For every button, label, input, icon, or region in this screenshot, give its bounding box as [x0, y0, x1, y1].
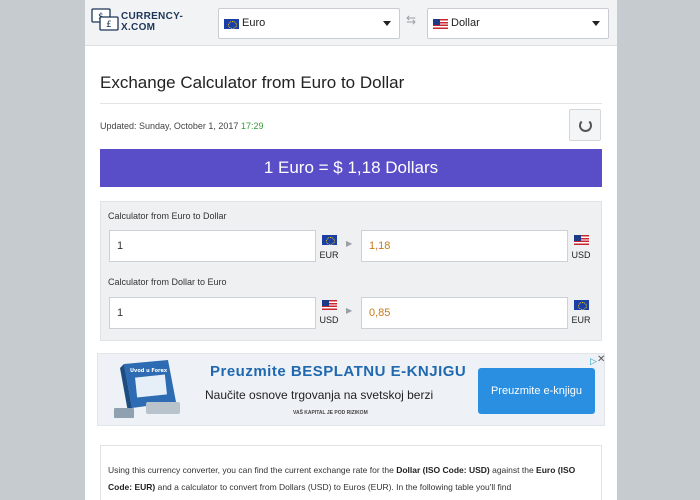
ad-choices-icon[interactable]: ▷: [590, 356, 597, 367]
description-text: Using this currency converter, you can f…: [100, 445, 602, 500]
ad-headline: Preuzmite BESPLATNU E-KNJIGU: [210, 363, 467, 380]
ad-risk-warning: VAŠ KAPITAL JE POD RIZIKOM: [293, 410, 368, 416]
chevron-down-icon: [383, 21, 391, 26]
calculator-label: Calculator from Dollar to Euro: [108, 277, 227, 287]
calculator-label: Calculator from Euro to Dollar: [108, 211, 227, 221]
updated-time: 17:29: [240, 121, 264, 131]
euro-amount-input[interactable]: 1: [109, 230, 316, 262]
arrow-right-icon: ▶: [346, 239, 353, 248]
divider: [100, 103, 602, 104]
logo-text: CURRENCY- X.COM: [121, 11, 184, 33]
input-currency-code: EUR: [317, 235, 341, 260]
chevron-down-icon: [592, 21, 600, 26]
arrow-right-icon: ▶: [346, 306, 353, 315]
updated-timestamp: Updated: Sunday, October 1, 2017 17:29: [100, 121, 264, 131]
currency-logo-icon: $ £: [91, 8, 119, 31]
site-header: $ £ CURRENCY- X.COM Euro ⇆ Dollar: [85, 0, 617, 46]
to-currency-select[interactable]: Dollar: [427, 8, 609, 39]
dollar-result-field[interactable]: 1,18: [361, 230, 568, 262]
site-logo[interactable]: $ £ CURRENCY- X.COM: [91, 7, 201, 39]
page-title: Exchange Calculator from Euro to Dollar: [100, 73, 405, 92]
from-currency-select[interactable]: Euro: [218, 8, 400, 39]
ebook-title: Uvod u Forex: [130, 368, 168, 374]
ad-subline: Naučite osnove trgovanja na svetskoj ber…: [205, 388, 434, 402]
euro-result-field[interactable]: 0,85: [361, 297, 568, 329]
us-flag-icon: [433, 19, 448, 29]
svg-text:£: £: [106, 20, 112, 30]
page: $ £ CURRENCY- X.COM Euro ⇆ Dollar Exchan…: [85, 0, 617, 500]
calculator-panel: Calculator from Euro to Dollar 1 EUR ▶ 1…: [100, 201, 602, 341]
advertisement-banner[interactable]: Uvod u Forex Preuzmite BESPLATNU E-KNJIG…: [97, 353, 605, 426]
us-flag-icon: [573, 235, 589, 245]
eu-flag-icon: [573, 300, 589, 310]
exchange-rate-banner: 1 Euro = $ 1,18 Dollars: [100, 149, 602, 187]
output-currency-code: EUR: [569, 300, 593, 325]
input-currency-code: USD: [317, 300, 341, 325]
eu-flag-icon: [321, 235, 337, 245]
download-ebook-button[interactable]: Preuzmite e-knjigu: [478, 368, 595, 414]
from-currency-label: Euro: [242, 17, 266, 29]
to-currency-label: Dollar: [451, 17, 480, 29]
us-flag-icon: [321, 300, 337, 310]
ebook-cover-image: Uvod u Forex: [114, 360, 180, 418]
close-icon[interactable]: ✕: [597, 354, 604, 365]
swap-arrows-icon[interactable]: ⇆: [406, 13, 416, 27]
refresh-button[interactable]: [569, 109, 601, 141]
eu-flag-icon: [224, 19, 239, 29]
refresh-icon: [579, 119, 592, 132]
dollar-amount-input[interactable]: 1: [109, 297, 316, 329]
output-currency-code: USD: [569, 235, 593, 260]
